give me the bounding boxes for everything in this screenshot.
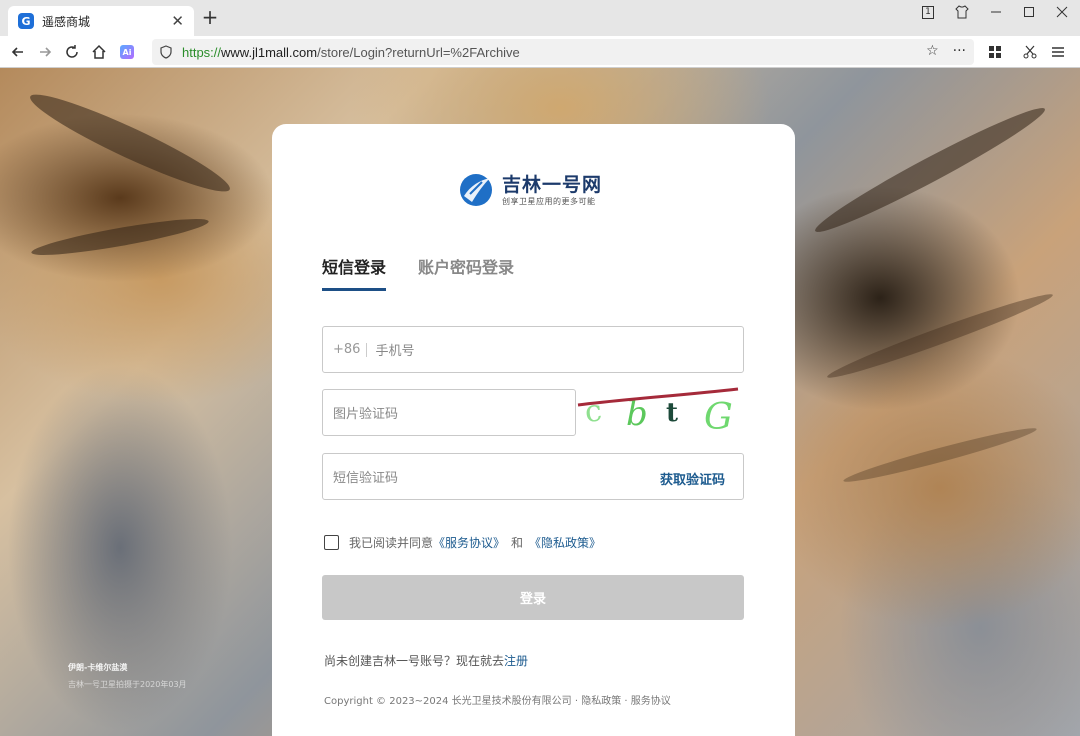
menu-icon[interactable] xyxy=(1046,40,1070,64)
maximize-button[interactable] xyxy=(1013,0,1045,24)
register-link[interactable]: 注册 xyxy=(504,654,528,668)
shield-icon[interactable] xyxy=(160,45,172,59)
agreement-checkbox[interactable] xyxy=(324,535,339,550)
image-caption-title: 伊朗-卡维尔盐漠 xyxy=(68,663,128,672)
browser-tab-bar: G 遥感商城 ✕ + 1 xyxy=(0,0,1080,36)
sms-placeholder: 短信验证码 xyxy=(333,471,399,486)
copyright-text: Copyright © 2023~2024 长光卫星技术股份有限公司 · 隐私政… xyxy=(324,696,671,707)
brand-title: 吉林一号网 xyxy=(502,173,603,196)
forward-arrow-icon[interactable] xyxy=(33,40,57,64)
privacy-policy-link[interactable]: 《隐私政策》 xyxy=(529,534,601,551)
brand-subtitle: 创享卫星应用的更多可能 xyxy=(502,196,596,206)
browser-tab[interactable]: G 遥感商城 ✕ xyxy=(8,6,194,36)
more-options-icon[interactable]: ··· xyxy=(953,43,966,59)
brand-logo[interactable]: 吉林一号网 创享卫星应用的更多可能 xyxy=(458,172,602,208)
close-tab-icon[interactable]: ✕ xyxy=(171,12,184,30)
svg-text:t: t xyxy=(666,398,678,428)
close-window-button[interactable] xyxy=(1046,0,1078,24)
register-text: 尚未创建吉林一号账号？现在就去 xyxy=(324,654,505,668)
jilin-satellite-logo-icon xyxy=(460,174,492,206)
bookmark-star-icon[interactable]: ☆ xyxy=(926,43,939,59)
site-favicon-icon: G xyxy=(18,13,34,29)
agreement-text: 我已阅读并同意 xyxy=(349,536,434,550)
agreement-row: 我已阅读并同意 《服务协议》 和 《隐私政策》 xyxy=(324,534,601,551)
phone-input[interactable]: +86 手机号 xyxy=(322,326,744,373)
service-agreement-link[interactable]: 《服务协议》 xyxy=(433,534,505,551)
captcha-placeholder: 图片验证码 xyxy=(333,407,399,422)
country-code: +86 xyxy=(333,342,368,357)
address-bar[interactable]: https://www.jl1mall.com/store/Login?retu… xyxy=(152,39,974,65)
register-prompt: 尚未创建吉林一号账号？现在就去注册 xyxy=(324,652,528,669)
image-captcha-input[interactable]: 图片验证码 xyxy=(322,389,576,436)
url-text: https://www.jl1mall.com/store/Login?retu… xyxy=(182,44,520,60)
home-icon[interactable] xyxy=(87,40,111,64)
phone-placeholder: 手机号 xyxy=(375,344,415,359)
new-tab-button[interactable]: + xyxy=(200,7,220,28)
tab-password-login[interactable]: 账户密码登录 xyxy=(418,254,514,291)
apps-grid-icon[interactable] xyxy=(983,40,1007,64)
tab-sms-login[interactable]: 短信登录 xyxy=(322,254,387,291)
get-code-button[interactable]: 获取验证码 xyxy=(660,469,725,488)
tab-title: 遥感商城 xyxy=(42,14,91,29)
ai-assistant-icon[interactable]: Ai xyxy=(115,40,139,64)
login-button[interactable]: 登录 xyxy=(322,575,744,620)
svg-text:G: G xyxy=(704,397,733,438)
tab-count-icon[interactable]: 1 xyxy=(912,0,944,24)
agreement-and: 和 xyxy=(511,536,524,550)
shirt-icon[interactable] xyxy=(946,0,978,24)
back-arrow-icon[interactable] xyxy=(6,40,30,64)
browser-nav-bar: Ai https://www.jl1mall.com/store/Login?r… xyxy=(0,36,1080,68)
reload-icon[interactable] xyxy=(60,40,84,64)
sms-code-input[interactable]: 短信验证码 获取验证码 xyxy=(322,453,744,500)
background-texture xyxy=(809,98,1051,242)
page-background: 伊朗-卡维尔盐漠 吉林一号卫星拍摄于2020年03月 吉林一号网 创享卫星应用的… xyxy=(0,68,1080,736)
svg-text:c: c xyxy=(583,393,603,430)
scissors-icon[interactable] xyxy=(1018,40,1042,64)
background-texture xyxy=(824,287,1056,385)
background-texture xyxy=(29,212,211,262)
background-texture xyxy=(841,422,1039,488)
captcha-image[interactable]: c b t G xyxy=(576,385,744,441)
image-caption-subtitle: 吉林一号卫星拍摄于2020年03月 xyxy=(68,680,187,689)
minimize-button[interactable] xyxy=(980,0,1012,24)
login-tabs: 短信登录 账户密码登录 xyxy=(322,254,514,291)
login-card: 吉林一号网 创享卫星应用的更多可能 短信登录 账户密码登录 +86 手机号 图片… xyxy=(272,124,795,736)
background-texture xyxy=(23,82,237,204)
